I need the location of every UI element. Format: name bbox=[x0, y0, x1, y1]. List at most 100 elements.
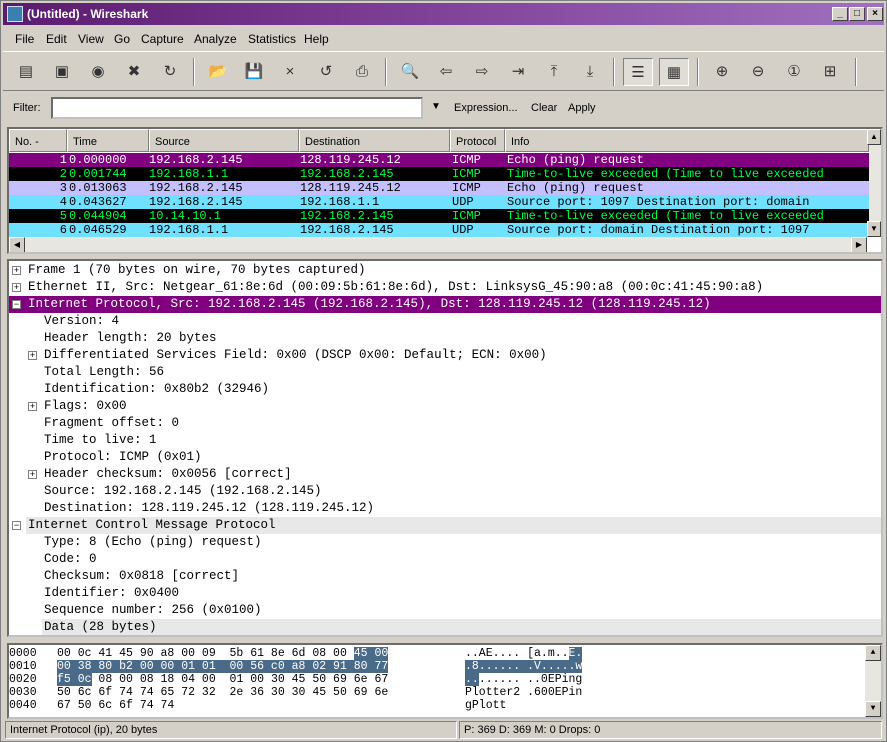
packet-cell-no: 4 bbox=[59, 195, 67, 209]
maximize-icon[interactable]: □ bbox=[849, 7, 865, 21]
column-time[interactable]: Time bbox=[67, 129, 149, 152]
column-info[interactable]: Info bbox=[505, 129, 869, 152]
find-packet-icon[interactable]: 🔍 bbox=[395, 58, 425, 86]
packet-row[interactable]: 4 0.043627 192.168.2.145 192.168.1.1 UDP Sour… bbox=[9, 195, 869, 209]
menu-file[interactable]: File bbox=[15, 32, 34, 46]
open-file-icon[interactable]: 📂 bbox=[203, 58, 233, 86]
menu-view[interactable]: View bbox=[78, 32, 104, 46]
bytes-vscroll[interactable]: ▲ ▼ bbox=[865, 645, 881, 717]
apply-button[interactable]: Apply bbox=[568, 102, 596, 114]
hex-bytes[interactable]: 00 38 80 b2 00 00 01 01 00 56 c0 a8 02 9… bbox=[57, 660, 389, 673]
detail-tree-item[interactable]: Identification: 0x80b2 (32946) bbox=[9, 381, 881, 398]
scroll-down-icon[interactable]: ▼ bbox=[865, 701, 881, 717]
detail-tree-item[interactable]: Sequence number: 256 (0x0100) bbox=[9, 602, 881, 619]
detail-tree-item[interactable]: − Internet Control Message Protocol bbox=[9, 517, 881, 534]
detail-tree-item[interactable]: + Flags: 0x00 bbox=[9, 398, 881, 415]
capture-options-icon[interactable]: ▣ bbox=[47, 58, 77, 86]
detail-tree-item[interactable]: Protocol: ICMP (0x01) bbox=[9, 449, 881, 466]
detail-tree-item[interactable]: Source: 192.168.2.145 (192.168.2.145) bbox=[9, 483, 881, 500]
detail-tree-item[interactable]: + Ethernet II, Src: Netgear_61:8e:6d (00:… bbox=[9, 279, 881, 296]
packet-cell-time: 0.043627 bbox=[69, 195, 127, 209]
go-forward-icon[interactable]: ⇨ bbox=[467, 58, 497, 86]
zoom-out-icon[interactable]: ⊖ bbox=[743, 58, 773, 86]
detail-tree-item[interactable]: Time to live: 1 bbox=[9, 432, 881, 449]
zoom-normal-icon[interactable]: ① bbox=[779, 58, 809, 86]
detail-tree-item[interactable]: Identifier: 0x0400 bbox=[9, 585, 881, 602]
minimize-icon[interactable]: _ bbox=[832, 7, 848, 21]
detail-tree-item[interactable]: Total Length: 56 bbox=[9, 364, 881, 381]
resize-columns-icon[interactable]: ⊞ bbox=[815, 58, 845, 86]
zoom-in-icon[interactable]: ⊕ bbox=[707, 58, 737, 86]
packet-row[interactable]: 1 0.000000 192.168.2.145 128.119.245.12 ICMP… bbox=[9, 153, 869, 167]
scroll-right-icon[interactable]: ▶ bbox=[851, 237, 867, 252]
menu-analyze[interactable]: Analyze bbox=[194, 32, 237, 46]
go-back-icon[interactable]: ⇦ bbox=[431, 58, 461, 86]
restart-capture-icon[interactable]: ↻ bbox=[155, 58, 185, 86]
close-file-icon[interactable]: × bbox=[275, 58, 305, 86]
hex-bytes[interactable]: f5 0c 08 00 08 18 04 00 01 00 30 45 50 6… bbox=[57, 673, 388, 686]
menu-help[interactable]: Help bbox=[304, 32, 329, 46]
detail-tree-item[interactable]: + Frame 1 (70 bytes on wire, 70 bytes cap… bbox=[9, 262, 881, 279]
hex-ascii[interactable]: ..AE.... [a.m..E. bbox=[465, 647, 583, 660]
hex-bytes[interactable]: 00 0c 41 45 90 a8 00 09 5b 61 8e 6d 08 0… bbox=[57, 647, 389, 660]
menu-go[interactable]: Go bbox=[114, 32, 130, 46]
expand-icon[interactable]: + bbox=[28, 402, 37, 411]
detail-tree-item[interactable]: − Internet Protocol, Src: 192.168.2.145 (… bbox=[9, 296, 881, 313]
go-first-icon[interactable]: ⤒ bbox=[539, 58, 569, 86]
detail-tree-item[interactable]: Fragment offset: 0 bbox=[9, 415, 881, 432]
scroll-left-icon[interactable]: ◀ bbox=[9, 237, 25, 252]
packet-list-vscroll[interactable]: ▲ ▼ bbox=[867, 129, 881, 237]
hex-ascii[interactable]: gPlott bbox=[465, 699, 506, 712]
expand-icon[interactable]: + bbox=[12, 283, 21, 292]
scroll-up-icon[interactable]: ▲ bbox=[865, 645, 881, 661]
packet-list-hscroll[interactable]: ◀ ▶ bbox=[9, 237, 867, 252]
go-to-packet-icon[interactable]: ⇥ bbox=[503, 58, 533, 86]
hex-ascii[interactable]: .8...... .V.....w bbox=[465, 660, 583, 673]
menu-capture[interactable]: Capture bbox=[141, 32, 184, 46]
close-icon[interactable]: × bbox=[867, 7, 883, 21]
print-icon[interactable]: ⎙ bbox=[347, 58, 377, 86]
column-protocol[interactable]: Protocol bbox=[450, 129, 505, 152]
expand-icon[interactable]: + bbox=[28, 351, 37, 360]
detail-tree-item[interactable]: Destination: 128.119.245.12 (128.119.245… bbox=[9, 500, 881, 517]
detail-tree-item[interactable]: Data (28 bytes) bbox=[9, 619, 881, 635]
hex-bytes[interactable]: 67 50 6c 6f 74 74 bbox=[57, 699, 174, 712]
packet-row[interactable]: 2 0.001744 192.168.1.1 192.168.2.145 ICMP Tim… bbox=[9, 167, 869, 181]
scroll-up-icon[interactable]: ▲ bbox=[867, 129, 881, 145]
filter-input[interactable] bbox=[51, 97, 423, 119]
interfaces-icon[interactable]: ▤ bbox=[11, 58, 41, 86]
expression-button[interactable]: Expression... bbox=[454, 102, 518, 114]
detail-tree-item[interactable]: + Header checksum: 0x0056 [correct] bbox=[9, 466, 881, 483]
hex-bytes[interactable]: 50 6c 6f 74 74 65 72 32 2e 36 30 30 45 5… bbox=[57, 686, 388, 699]
detail-tree-item[interactable]: + Differentiated Services Field: 0x00 (DS… bbox=[9, 347, 881, 364]
hex-ascii[interactable]: Plotter2 .600EPin bbox=[465, 686, 582, 699]
column-destination[interactable]: Destination bbox=[299, 129, 450, 152]
filter-dropdown-icon[interactable]: ▼ bbox=[431, 101, 441, 112]
auto-scroll-icon[interactable]: ▦ bbox=[659, 58, 689, 86]
detail-tree-item[interactable]: Code: 0 bbox=[9, 551, 881, 568]
hex-ascii[interactable]: ........ ..0EPing bbox=[465, 673, 582, 686]
detail-tree-item[interactable]: Checksum: 0x0818 [correct] bbox=[9, 568, 881, 585]
packet-row[interactable]: 3 0.013063 192.168.2.145 128.119.245.12 ICMP… bbox=[9, 181, 869, 195]
packet-row[interactable]: 5 0.044904 10.14.10.1 192.168.2.145 ICMP Time… bbox=[9, 209, 869, 223]
save-file-icon[interactable]: 💾 bbox=[239, 58, 269, 86]
packet-row[interactable]: 6 0.046529 192.168.1.1 192.168.2.145 UDP Sour… bbox=[9, 223, 869, 237]
detail-tree-item[interactable]: Version: 4 bbox=[9, 313, 881, 330]
detail-tree-item[interactable]: Type: 8 (Echo (ping) request) bbox=[9, 534, 881, 551]
stop-capture-icon[interactable]: ✖ bbox=[119, 58, 149, 86]
collapse-icon[interactable]: − bbox=[12, 521, 21, 530]
scroll-down-icon[interactable]: ▼ bbox=[867, 221, 881, 237]
column-no[interactable]: No. - bbox=[9, 129, 67, 152]
column-source[interactable]: Source bbox=[149, 129, 299, 152]
reload-icon[interactable]: ↺ bbox=[311, 58, 341, 86]
menu-statistics[interactable]: Statistics bbox=[248, 32, 296, 46]
collapse-icon[interactable]: − bbox=[12, 300, 21, 309]
colorize-icon[interactable]: ☰ bbox=[623, 58, 653, 86]
detail-tree-item[interactable]: Header length: 20 bytes bbox=[9, 330, 881, 347]
go-last-icon[interactable]: ⤓ bbox=[575, 58, 605, 86]
menu-edit[interactable]: Edit bbox=[46, 32, 67, 46]
start-capture-icon[interactable]: ◉ bbox=[83, 58, 113, 86]
expand-icon[interactable]: + bbox=[12, 266, 21, 275]
expand-icon[interactable]: + bbox=[28, 470, 37, 479]
clear-button[interactable]: Clear bbox=[531, 102, 557, 114]
